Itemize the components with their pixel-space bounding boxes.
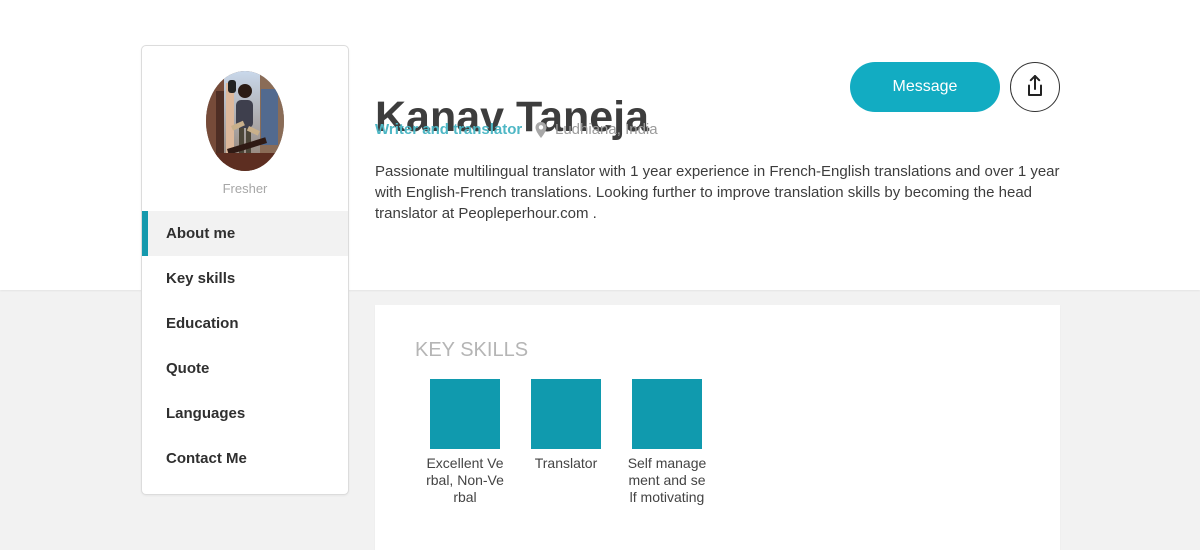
skill-item: Self management and self motivating (627, 379, 707, 506)
career-status: Fresher (222, 181, 268, 196)
profile-page: Fresher About me Key skills Education Qu… (0, 0, 1200, 550)
sidebar-item-languages[interactable]: Languages (142, 391, 348, 436)
skill-item: Translator (526, 379, 606, 506)
skill-tile (430, 379, 500, 449)
skills-grid: Excellent Verbal, Non-Verbal Translator … (425, 379, 707, 506)
sidebar-item-key-skills[interactable]: Key skills (142, 256, 348, 301)
map-pin-icon (535, 122, 547, 138)
profile-location: Ludhiana, India (534, 120, 658, 140)
skill-label: Self management and self motivating (627, 455, 707, 505)
location-text: Ludhiana, India (555, 121, 658, 138)
profile-sidebar-card: Fresher About me Key skills Education Qu… (141, 45, 349, 495)
avatar (206, 71, 284, 171)
profile-section-nav: About me Key skills Education Quote Lang… (142, 211, 348, 481)
sidebar-item-contact-me[interactable]: Contact Me (142, 436, 348, 481)
sidebar-item-quote[interactable]: Quote (142, 346, 348, 391)
share-upload-icon (1028, 75, 1042, 96)
skill-tile (632, 379, 702, 449)
skill-label: Translator (534, 455, 598, 471)
skill-label: Excellent Verbal, Non-Verbal (426, 455, 504, 505)
key-skills-card: KEY SKILLS Excellent Verbal, Non-Verbal … (375, 305, 1060, 550)
sidebar-item-about-me[interactable]: About me (142, 211, 348, 256)
sidebar-item-education[interactable]: Education (142, 301, 348, 346)
skill-tile (531, 379, 601, 449)
profile-bio: Passionate multilingual translator with … (375, 163, 1060, 222)
profile-role: Writer and translator (375, 121, 523, 138)
message-button[interactable]: Message (850, 62, 1000, 112)
key-skills-heading: KEY SKILLS (415, 339, 529, 361)
share-button[interactable] (1010, 62, 1060, 112)
skill-item: Excellent Verbal, Non-Verbal (425, 379, 505, 506)
